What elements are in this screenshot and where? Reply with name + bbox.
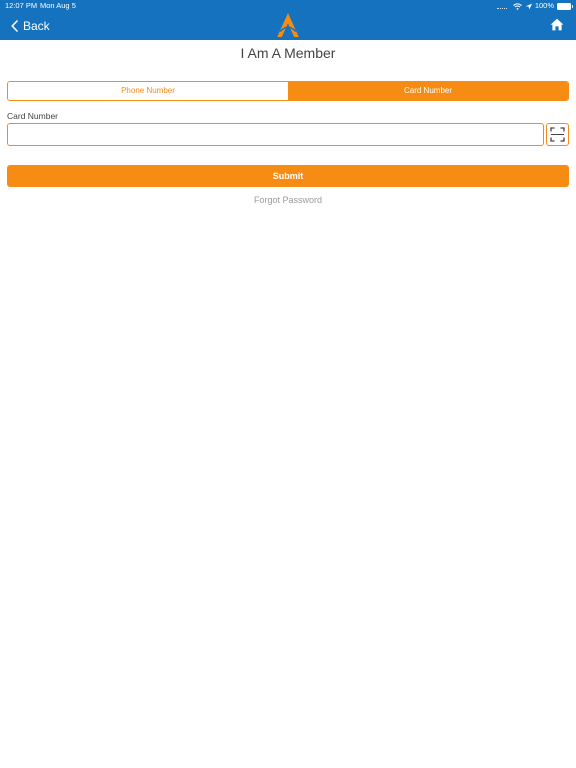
chevron-left-icon xyxy=(11,20,18,32)
page-title: I Am A Member xyxy=(240,45,336,61)
back-button[interactable]: Back xyxy=(11,16,50,36)
submit-button[interactable]: Submit xyxy=(7,165,569,187)
scan-icon xyxy=(550,127,565,142)
status-time: 12:07 PM xyxy=(5,1,38,10)
back-label: Back xyxy=(23,19,50,33)
location-arrow-icon xyxy=(525,3,533,9)
home-icon[interactable] xyxy=(550,18,564,36)
brand-logo-icon xyxy=(275,12,301,43)
battery-icon xyxy=(557,2,573,10)
segment-phone-number[interactable]: Phone Number xyxy=(8,82,288,100)
login-method-segmented-control: Phone Number Card Number xyxy=(7,81,569,101)
segment-card-number[interactable]: Card Number xyxy=(288,82,568,100)
wifi-icon xyxy=(512,2,522,10)
battery-percentage: 100% xyxy=(534,1,554,10)
navigation-bar: 12:07 PM Mon Aug 5 100% Back xyxy=(0,0,576,40)
card-number-label: Card Number xyxy=(7,111,59,121)
forgot-password-link[interactable]: Forgot Password xyxy=(0,195,576,205)
status-indicators: 100% xyxy=(496,0,573,12)
status-date: Mon Aug 5 xyxy=(40,1,76,10)
status-bar: 12:07 PM Mon Aug 5 100% xyxy=(0,0,576,12)
signal-icon xyxy=(496,7,507,9)
card-number-input[interactable] xyxy=(7,123,544,146)
scan-card-button[interactable] xyxy=(546,123,569,146)
